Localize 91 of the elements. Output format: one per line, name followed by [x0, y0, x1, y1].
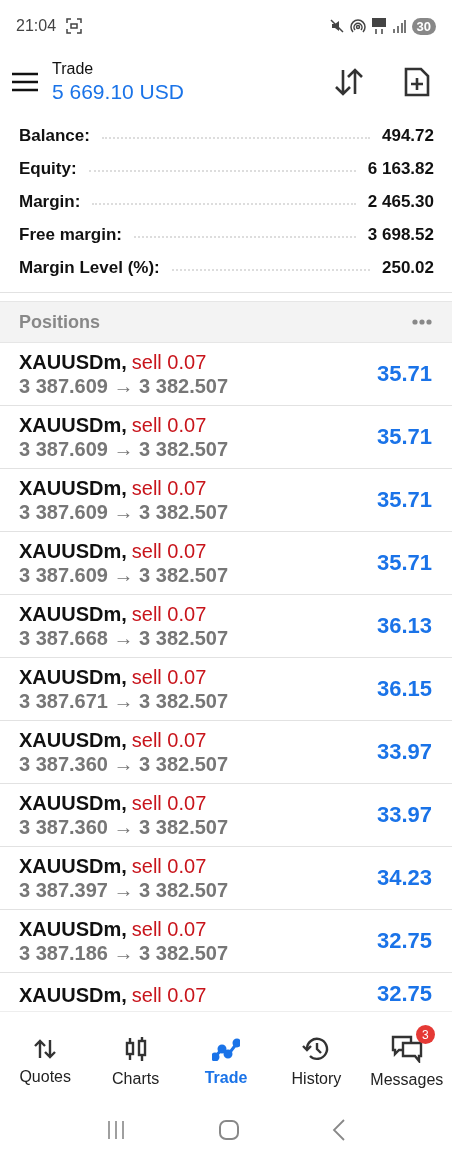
arrows-icon [33, 1038, 58, 1060]
position-profit: 34.23 [376, 865, 432, 891]
mute-icon [329, 19, 344, 33]
position-symbol: XAUUSDm, [19, 791, 127, 815]
position-symbol: XAUUSDm, [19, 854, 127, 878]
summary-label: Free margin: [19, 225, 122, 245]
screen-title: Trade [52, 60, 95, 78]
chat-icon [390, 1035, 423, 1063]
battery-level: 30 [411, 17, 436, 35]
position-profit: 36.15 [376, 676, 432, 702]
position-symbol: XAUUSDm, [19, 539, 127, 563]
position-prices: 3 387.360 → 3 382.507 [19, 815, 229, 839]
line-chart-icon [212, 1037, 240, 1061]
back-icon[interactable] [332, 1119, 346, 1141]
position-side: sell 0.07 [131, 602, 207, 626]
position-symbol: XAUUSDm, [19, 602, 127, 626]
position-row[interactable]: XAUUSDm, sell 0.07 32.75 [0, 973, 452, 1007]
hotspot-icon [349, 18, 366, 34]
position-side: sell 0.07 [131, 413, 207, 437]
nav-tab[interactable]: Charts [90, 1022, 181, 1092]
position-side: sell 0.07 [131, 350, 207, 374]
new-order-icon[interactable] [404, 66, 430, 98]
position-side: sell 0.07 [131, 984, 207, 1007]
position-symbol: XAUUSDm, [19, 476, 127, 500]
position-row[interactable]: XAUUSDm, sell 0.07 3 387.360 → 3 382.507 33.97 [0, 721, 452, 784]
position-profit: 33.97 [376, 802, 432, 828]
position-profit: 35.71 [376, 424, 432, 450]
position-symbol: XAUUSDm, [19, 350, 127, 374]
nav-tab[interactable]: History [271, 1022, 362, 1092]
position-profit: 35.71 [376, 487, 432, 513]
position-profit: 32.75 [376, 928, 432, 954]
position-symbol: XAUUSDm, [19, 917, 127, 941]
position-prices: 3 387.668 → 3 382.507 [19, 626, 229, 650]
summary-value: 494.72 [382, 126, 434, 146]
position-row[interactable]: XAUUSDm, sell 0.07 3 387.609 → 3 382.507 35.71 [0, 532, 452, 595]
summary-value: 2 465.30 [367, 192, 434, 212]
position-side: sell 0.07 [131, 917, 207, 941]
position-side: sell 0.07 [131, 854, 207, 878]
position-symbol: XAUUSDm, [19, 984, 127, 1007]
notification-badge: 3 [415, 1025, 435, 1044]
position-side: sell 0.07 [131, 665, 207, 689]
position-profit: 33.97 [376, 739, 432, 765]
summary-label: Equity: [19, 159, 77, 179]
position-row[interactable]: XAUUSDm, sell 0.07 3 387.668 → 3 382.507 36.13 [0, 595, 452, 658]
position-row[interactable]: XAUUSDm, sell 0.07 3 387.609 → 3 382.507 35.71 [0, 469, 452, 532]
sort-icon[interactable] [334, 68, 364, 96]
position-profit: 32.75 [376, 981, 432, 1007]
more-icon[interactable] [412, 319, 432, 325]
position-symbol: XAUUSDm, [19, 728, 127, 752]
position-row[interactable]: XAUUSDm, sell 0.07 3 387.397 → 3 382.507 34.23 [0, 847, 452, 910]
position-symbol: XAUUSDm, [19, 413, 127, 437]
position-prices: 3 387.397 → 3 382.507 [19, 878, 229, 902]
section-title: Positions [19, 311, 100, 333]
menu-button[interactable] [12, 72, 38, 92]
summary-label: Margin Level (%): [19, 258, 160, 278]
summary-value: 3 698.52 [367, 225, 434, 245]
position-symbol: XAUUSDm, [19, 665, 127, 689]
nav-tab[interactable]: Trade [180, 1023, 272, 1091]
home-icon[interactable] [218, 1119, 240, 1141]
position-prices: 3 387.609 → 3 382.507 [19, 374, 229, 398]
position-profit: 35.71 [376, 361, 432, 387]
history-icon [302, 1036, 331, 1062]
position-prices: 3 387.609 → 3 382.507 [19, 563, 229, 587]
signal-icon [391, 19, 406, 33]
position-side: sell 0.07 [131, 539, 207, 563]
nav-tab[interactable]: Quotes [0, 1024, 91, 1090]
position-prices: 3 387.360 → 3 382.507 [19, 752, 229, 776]
position-prices: 3 387.671 → 3 382.507 [19, 689, 229, 713]
position-side: sell 0.07 [131, 728, 207, 752]
position-side: sell 0.07 [131, 791, 207, 815]
position-side: sell 0.07 [131, 476, 207, 500]
position-row[interactable]: XAUUSDm, sell 0.07 3 387.609 → 3 382.507 35.71 [0, 406, 452, 469]
account-balance: 5 669.10 USD [52, 80, 184, 104]
position-prices: 3 387.609 → 3 382.507 [19, 437, 229, 461]
position-profit: 36.13 [376, 613, 432, 639]
candlestick-icon [123, 1036, 148, 1062]
position-prices: 3 387.186 → 3 382.507 [19, 941, 229, 965]
nav-tab[interactable]: 3 Messages [361, 1021, 452, 1093]
screenshot-icon [66, 18, 83, 34]
position-prices: 3 387.609 → 3 382.507 [19, 500, 229, 524]
position-profit: 35.71 [376, 550, 432, 576]
summary-label: Balance: [19, 126, 90, 146]
position-row[interactable]: XAUUSDm, sell 0.07 3 387.186 → 3 382.507 32.75 [0, 910, 452, 973]
summary-label: Margin: [19, 192, 81, 212]
status-time: 21:04 [16, 17, 57, 35]
position-row[interactable]: XAUUSDm, sell 0.07 3 387.671 → 3 382.507 36.15 [0, 658, 452, 721]
summary-value: 6 163.82 [367, 159, 434, 179]
recent-apps-icon[interactable] [106, 1120, 126, 1140]
summary-value: 250.02 [382, 258, 434, 278]
position-row[interactable]: XAUUSDm, sell 0.07 3 387.360 → 3 382.507 33.97 [0, 784, 452, 847]
position-row[interactable]: XAUUSDm, sell 0.07 3 387.609 → 3 382.507 35.71 [0, 343, 452, 406]
